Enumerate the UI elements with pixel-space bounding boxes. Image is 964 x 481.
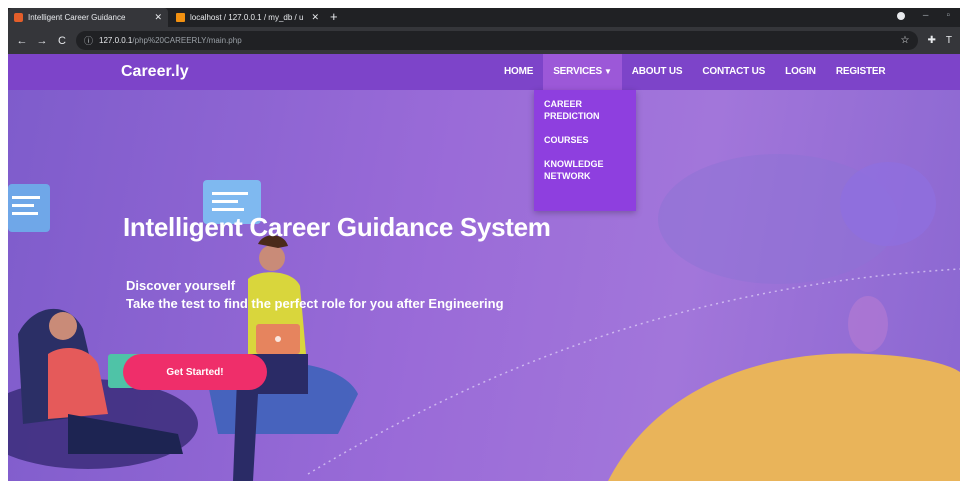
- dropdown-item-knowledge-network[interactable]: KNOWLEDGE NETWORK: [544, 158, 626, 182]
- site-logo[interactable]: Career.ly: [121, 63, 189, 81]
- back-icon[interactable]: ←: [16, 35, 28, 47]
- nav-about-label: ABOUT US: [631, 66, 683, 77]
- dropdown-item-label: NETWORK: [544, 171, 591, 181]
- nav-about[interactable]: ABOUT US: [622, 54, 693, 90]
- bookmark-star-icon[interactable]: ☆: [901, 35, 910, 46]
- dropdown-item-courses[interactable]: COURSES: [544, 134, 626, 146]
- browser-tabstrip: Intelligent Career Guidance ✕ localhost …: [8, 8, 960, 27]
- hero-subtitle-line: Discover yourself: [126, 278, 236, 293]
- tab-title: Intelligent Career Guidance: [28, 13, 126, 22]
- browser-toolbar: ← → C ⓘ 127.0.0.1/php%20CAREERLY/main.ph…: [8, 27, 960, 54]
- address-bar[interactable]: ⓘ 127.0.0.1/php%20CAREERLY/main.php ☆: [76, 31, 918, 50]
- nav-login-label: LOGIN: [785, 66, 816, 77]
- profile-icon[interactable]: [896, 11, 905, 20]
- url-host: 127.0.0.1: [99, 36, 133, 45]
- careerly-favicon-icon: [14, 13, 23, 22]
- close-tab-icon[interactable]: ✕: [311, 12, 319, 23]
- chevron-down-icon: ▼: [604, 67, 612, 76]
- dropdown-item-label: PREDICTION: [544, 111, 600, 121]
- browser-tab-phpmyadmin[interactable]: localhost / 127.0.0.1 / my_db / u ✕: [170, 8, 325, 27]
- hero-illustration: [8, 154, 960, 481]
- person-head-shape: [259, 245, 285, 271]
- nav-home-label: HOME: [504, 66, 534, 77]
- get-started-button[interactable]: Get Started!: [123, 354, 267, 390]
- url-path: /php%20CAREERLY/main.php: [132, 36, 242, 45]
- forward-icon[interactable]: →: [36, 35, 48, 47]
- nav-services-label: SERVICES: [553, 66, 602, 77]
- dropdown-item-label: COURSES: [544, 135, 589, 145]
- nav-register-label: REGISTER: [835, 66, 886, 77]
- nav-services[interactable]: SERVICES ▼: [543, 54, 622, 90]
- page-content: Career.ly HOME SERVICES ▼ ABOUT US CONTAC…: [8, 54, 960, 481]
- services-dropdown: CAREER PREDICTION COURSES KNOWLEDGE NETW…: [534, 90, 636, 211]
- background-blob-shape: [848, 296, 888, 352]
- phpmyadmin-favicon-icon: [176, 13, 185, 22]
- hero-subtitle: Discover yourself Take the test to find …: [126, 277, 504, 313]
- background-blob-shape: [840, 162, 936, 246]
- hero-subtitle-line: Take the test to find the perfect role f…: [126, 296, 504, 311]
- nav-contact[interactable]: CONTACT US: [692, 54, 775, 90]
- maximize-icon[interactable]: ▫: [946, 10, 950, 21]
- reload-icon[interactable]: C: [56, 35, 68, 47]
- dropdown-item-career-prediction[interactable]: CAREER PREDICTION: [544, 98, 626, 122]
- chat-bubble-icon: [8, 184, 50, 232]
- nav-login[interactable]: LOGIN: [775, 54, 826, 90]
- minimize-icon[interactable]: –: [923, 10, 929, 21]
- site-navbar: Career.ly HOME SERVICES ▼ ABOUT US CONTAC…: [8, 54, 960, 90]
- extensions-icon[interactable]: ✚: [928, 35, 936, 46]
- browser-tab-active[interactable]: Intelligent Career Guidance ✕: [8, 8, 168, 27]
- new-tab-icon[interactable]: +: [330, 10, 338, 24]
- nav-home[interactable]: HOME: [494, 54, 543, 90]
- person-shirt-shape: [48, 348, 108, 419]
- dropdown-item-label: CAREER: [544, 99, 583, 109]
- nav-register[interactable]: REGISTER: [826, 54, 896, 90]
- close-tab-icon[interactable]: ✕: [154, 12, 162, 23]
- person-head-shape: [49, 312, 77, 340]
- site-info-icon[interactable]: ⓘ: [84, 34, 93, 47]
- tab-title: localhost / 127.0.0.1 / my_db / u: [190, 13, 304, 22]
- profile-initial-icon[interactable]: T: [946, 35, 952, 46]
- main-nav: HOME SERVICES ▼ ABOUT US CONTACT US LOGIN…: [494, 54, 895, 90]
- hill-shape: [608, 353, 960, 481]
- window-controls: – ▫: [896, 10, 950, 21]
- dropdown-item-label: KNOWLEDGE: [544, 159, 604, 169]
- hero-title: Intelligent Career Guidance System: [123, 212, 551, 242]
- nav-contact-label: CONTACT US: [702, 66, 766, 77]
